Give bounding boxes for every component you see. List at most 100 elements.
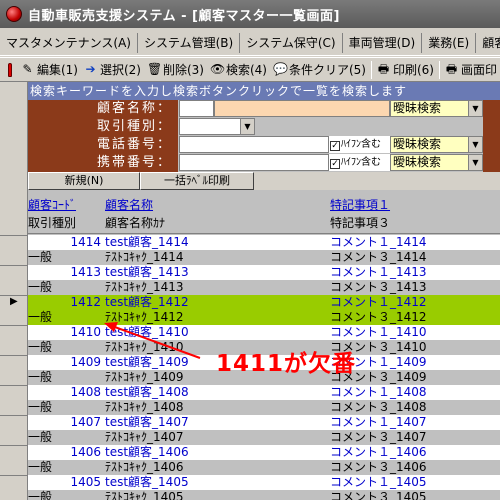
- special3-cell[interactable]: コメント３_1408: [330, 400, 500, 415]
- customer-code-cell[interactable]: 1405: [28, 475, 104, 490]
- checkbox-checked-icon[interactable]: ✓: [330, 141, 340, 151]
- menu-vehicle-admin[interactable]: 車両管理(D): [343, 32, 423, 53]
- search-button[interactable]: 👁 検索(4): [207, 59, 270, 80]
- special1-cell[interactable]: コメント１_1410: [330, 325, 500, 340]
- special1-cell[interactable]: コメント１_1405: [330, 475, 500, 490]
- menu-customer-history[interactable]: 顧客取引履: [476, 33, 500, 53]
- trade-type-cell[interactable]: 一般: [28, 370, 104, 385]
- table-row[interactable]: 1406 test顧客_1406 コメント１_1406: [28, 445, 500, 460]
- customer-name-cell[interactable]: test顧客_1410: [105, 325, 329, 340]
- phone-hyphen-checkbox[interactable]: ✓ ﾊｲﾌﾝ含む: [329, 136, 390, 153]
- special1-cell[interactable]: コメント１_1408: [330, 385, 500, 400]
- menu-system-admin[interactable]: システム管理(B): [138, 32, 241, 53]
- customer-code-cell[interactable]: 1409: [28, 355, 104, 370]
- table-row[interactable]: 一般 ﾃｽﾄｺｷｬｸ_1407 コメント３_1407: [28, 430, 500, 445]
- customer-code-cell[interactable]: 1408: [28, 385, 104, 400]
- bulk-label-print-button[interactable]: 一括ﾗﾍﾞﾙ印刷: [140, 172, 254, 190]
- customer-name-cell[interactable]: test顧客_1413: [105, 265, 329, 280]
- special1-cell[interactable]: コメント１_1414: [330, 235, 500, 250]
- special3-cell[interactable]: コメント３_1414: [330, 250, 500, 265]
- mobile-fuzzy-select[interactable]: 曖昧検索 ▼: [390, 154, 483, 171]
- screen-print-button[interactable]: 🖶 画面印: [442, 59, 500, 80]
- table-row[interactable]: 一般 ﾃｽﾄｺｷｬｸ_1405 コメント３_1405: [28, 490, 500, 500]
- table-row[interactable]: 1408 test顧客_1408 コメント１_1408: [28, 385, 500, 400]
- special3-cell[interactable]: コメント３_1406: [330, 460, 500, 475]
- customer-kana-cell[interactable]: ﾃｽﾄｺｷｬｸ_1405: [105, 490, 329, 500]
- special3-cell[interactable]: コメント３_1412: [330, 310, 500, 325]
- table-row[interactable]: 1414 test顧客_1414 コメント１_1414: [28, 235, 500, 250]
- customer-kana-cell[interactable]: ﾃｽﾄｺｷｬｸ_1406: [105, 460, 329, 475]
- customer-name-cell[interactable]: test顧客_1408: [105, 385, 329, 400]
- trade-type-cell[interactable]: 一般: [28, 280, 104, 295]
- menu-system-maintenance[interactable]: システム保守(C): [240, 32, 343, 53]
- menu-business[interactable]: 業務(E): [422, 32, 477, 53]
- table-row[interactable]: 一般 ﾃｽﾄｺｷｬｸ_1414 コメント３_1414: [28, 250, 500, 265]
- edit-button[interactable]: ✎ 編集(1): [18, 59, 81, 80]
- table-row[interactable]: 一般 ﾃｽﾄｺｷｬｸ_1406 コメント３_1406: [28, 460, 500, 475]
- table-row[interactable]: 1410 test顧客_1410 コメント１_1410: [28, 325, 500, 340]
- customer-name-fuzzy-select[interactable]: 曖昧検索 ▼: [390, 100, 483, 117]
- customer-name-cell[interactable]: test顧客_1405: [105, 475, 329, 490]
- special3-cell[interactable]: コメント３_1407: [330, 430, 500, 445]
- customer-name-cell[interactable]: test顧客_1414: [105, 235, 329, 250]
- fuzzy-label: 曖昧検索: [393, 137, 442, 151]
- customer-name-input[interactable]: [179, 100, 214, 117]
- mobile-input[interactable]: [179, 154, 329, 171]
- customer-name-cell[interactable]: test顧客_1412: [105, 295, 329, 310]
- header-customer-code[interactable]: 顧客ｺｰﾄﾞ: [28, 198, 104, 213]
- print-button[interactable]: 🖶 印刷(6): [374, 59, 437, 80]
- special3-cell[interactable]: コメント３_1405: [330, 490, 500, 500]
- special3-cell[interactable]: コメント３_1413: [330, 280, 500, 295]
- delete-button[interactable]: 🗑 削除(3): [144, 59, 207, 80]
- customer-code-cell[interactable]: 1413: [28, 265, 104, 280]
- table-row[interactable]: 1413 test顧客_1413 コメント１_1413: [28, 265, 500, 280]
- customer-name-cell[interactable]: test顧客_1406: [105, 445, 329, 460]
- chevron-down-icon[interactable]: ▼: [468, 155, 482, 170]
- new-button[interactable]: 新規(N): [28, 172, 140, 190]
- chevron-down-icon[interactable]: ▼: [468, 101, 482, 116]
- select-button[interactable]: ➔ 選択(2): [81, 59, 144, 80]
- mobile-hyphen-checkbox[interactable]: ✓ ﾊｲﾌﾝ含む: [329, 154, 390, 171]
- table-row[interactable]: 一般 ﾃｽﾄｺｷｬｸ_1408 コメント３_1408: [28, 400, 500, 415]
- header-special1[interactable]: 特記事項１: [330, 198, 500, 213]
- customer-name-input-ext[interactable]: [214, 100, 390, 117]
- customer-kana-cell[interactable]: ﾃｽﾄｺｷｬｸ_1413: [105, 280, 329, 295]
- chevron-down-icon[interactable]: ▼: [240, 119, 254, 134]
- table-row[interactable]: 1407 test顧客_1407 コメント１_1407: [28, 415, 500, 430]
- special1-cell[interactable]: コメント１_1407: [330, 415, 500, 430]
- trade-type-cell[interactable]: 一般: [28, 310, 104, 325]
- trade-type-cell[interactable]: 一般: [28, 490, 104, 500]
- checkbox-checked-icon[interactable]: ✓: [330, 159, 340, 169]
- customer-code-cell[interactable]: 1410: [28, 325, 104, 340]
- table-row[interactable]: 1405 test顧客_1405 コメント１_1405: [28, 475, 500, 490]
- main-panel: 検索キーワードを入力し検索ボタンクリックで一覧を検索します 顧客名称： 曖昧検索…: [28, 82, 500, 500]
- trade-type-cell[interactable]: 一般: [28, 250, 104, 265]
- special1-cell[interactable]: コメント１_1406: [330, 445, 500, 460]
- trade-type-cell[interactable]: 一般: [28, 400, 104, 415]
- header-customer-name[interactable]: 顧客名称: [105, 198, 329, 213]
- trade-type-cell[interactable]: 一般: [28, 430, 104, 445]
- phone-fuzzy-select[interactable]: 曖昧検索 ▼: [390, 136, 483, 153]
- trade-type-select[interactable]: ▼: [179, 118, 255, 135]
- customer-kana-cell[interactable]: ﾃｽﾄｺｷｬｸ_1408: [105, 400, 329, 415]
- chevron-down-icon[interactable]: ▼: [468, 137, 482, 152]
- clear-button[interactable]: 💬 条件クリア(5): [270, 59, 369, 80]
- table-row[interactable]: 1412 test顧客_1412 コメント１_1412: [28, 295, 500, 310]
- customer-code-cell[interactable]: 1406: [28, 445, 104, 460]
- table-row[interactable]: 一般 ﾃｽﾄｺｷｬｸ_1412 コメント３_1412: [28, 310, 500, 325]
- customer-name-cell[interactable]: test顧客_1407: [105, 415, 329, 430]
- special1-cell[interactable]: コメント１_1413: [330, 265, 500, 280]
- customer-code-cell[interactable]: 1412: [28, 295, 104, 310]
- menu-master-maintenance[interactable]: マスタメンテナンス(A): [0, 32, 138, 53]
- customer-kana-cell[interactable]: ﾃｽﾄｺｷｬｸ_1412: [105, 310, 329, 325]
- fuzzy-label: 曖昧検索: [393, 155, 442, 169]
- customer-kana-cell[interactable]: ﾃｽﾄｺｷｬｸ_1414: [105, 250, 329, 265]
- trade-type-cell[interactable]: 一般: [28, 460, 104, 475]
- table-row[interactable]: 一般 ﾃｽﾄｺｷｬｸ_1413 コメント３_1413: [28, 280, 500, 295]
- special1-cell[interactable]: コメント１_1412: [330, 295, 500, 310]
- phone-input[interactable]: [179, 136, 329, 153]
- customer-code-cell[interactable]: 1407: [28, 415, 104, 430]
- trade-type-cell[interactable]: 一般: [28, 340, 104, 355]
- customer-code-cell[interactable]: 1414: [28, 235, 104, 250]
- customer-kana-cell[interactable]: ﾃｽﾄｺｷｬｸ_1407: [105, 430, 329, 445]
